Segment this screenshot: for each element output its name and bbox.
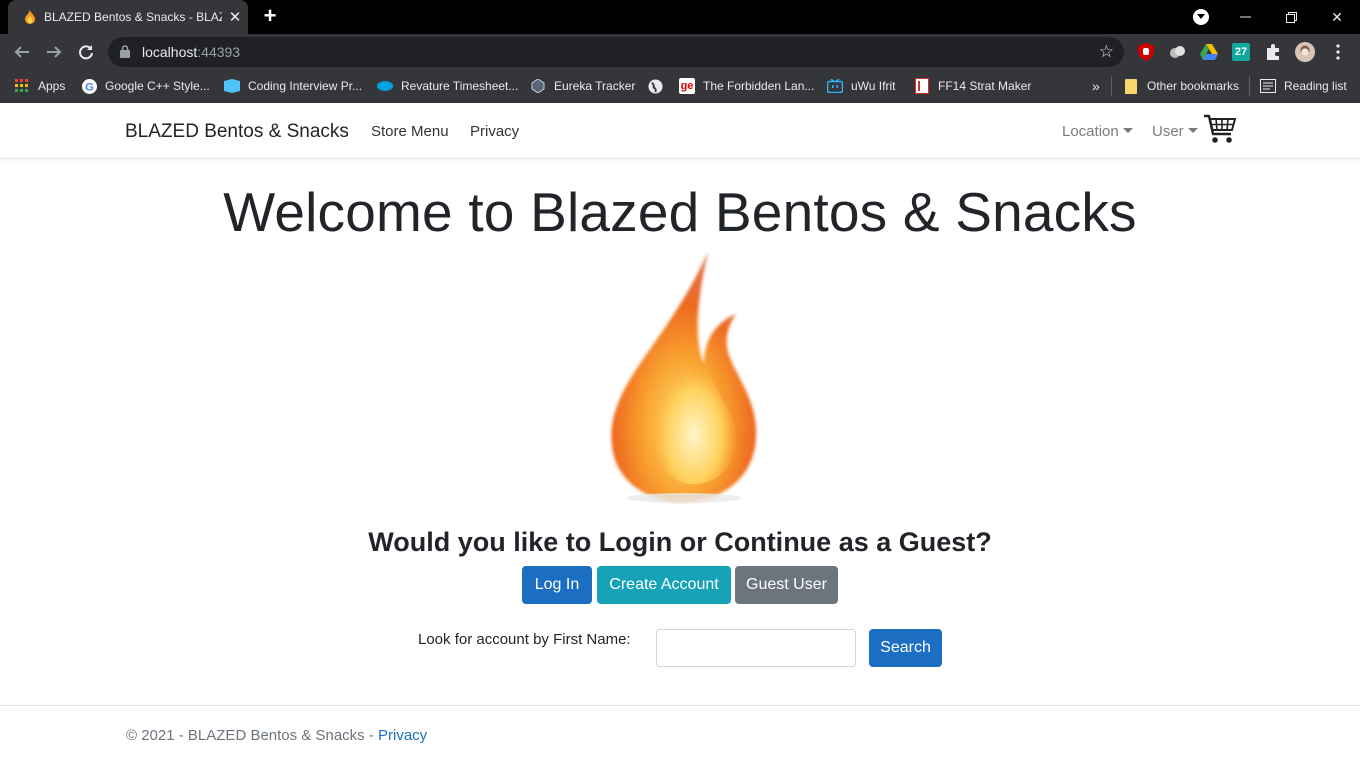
extensions-puzzle-icon[interactable] — [1263, 42, 1283, 62]
bookmark-label: Google C++ Style... — [105, 79, 210, 93]
svg-text:G: G — [85, 81, 94, 93]
welcome-heading: Welcome to Blazed Bentos & Snacks — [223, 181, 1137, 243]
footer-privacy-link[interactable]: Privacy — [378, 727, 427, 744]
overflow-chevrons: » — [1092, 78, 1100, 94]
reading-list[interactable]: Reading list — [1260, 77, 1347, 95]
flame-logo-image — [596, 248, 766, 508]
bookmark-ff14-strat[interactable]: FF14 Strat Maker — [914, 77, 1031, 95]
tab-search-icon[interactable] — [1193, 9, 1209, 25]
url-host: localhost — [142, 44, 198, 60]
bookmark-site-icon — [224, 78, 240, 94]
footer-copyright: © 2021 - BLAZED Bentos & Snacks - — [126, 727, 378, 744]
eureka-icon — [530, 78, 546, 94]
new-tab-icon[interactable]: + — [259, 5, 281, 27]
forward-icon[interactable] — [42, 40, 66, 64]
bookmark-uwu-ifrit[interactable]: uWu Ifrit — [827, 77, 895, 95]
bookmark-google-cpp[interactable]: G Google C++ Style... — [81, 77, 210, 95]
back-icon[interactable] — [10, 40, 34, 64]
footer-divider — [0, 705, 1360, 706]
page-icon — [914, 78, 930, 94]
tab-close-icon[interactable]: ✕ — [226, 8, 244, 26]
bookmark-label: Eureka Tracker — [554, 79, 636, 93]
first-name-search-input[interactable] — [656, 629, 856, 667]
guest-user-button[interactable]: Guest User — [735, 566, 838, 604]
bookmark-eureka[interactable]: Eureka Tracker — [530, 77, 635, 95]
google-drive-icon[interactable] — [1199, 42, 1219, 62]
flame-favicon-icon — [22, 9, 38, 25]
search-first-name-label: Look for account by First Name: — [418, 631, 631, 648]
bookmark-forbidden-lands[interactable]: ge The Forbidden Lan... — [679, 77, 814, 95]
nav-privacy[interactable]: Privacy — [470, 123, 519, 140]
browser-menu-icon[interactable] — [1328, 42, 1348, 62]
create-account-button[interactable]: Create Account — [597, 566, 731, 604]
tab-title: BLAZED Bentos & Snacks - BLAZED — [44, 10, 222, 24]
bookmark-other-bookmarks[interactable]: Other bookmarks — [1123, 77, 1239, 95]
browser-tab[interactable]: BLAZED Bentos & Snacks - BLAZED ✕ — [8, 0, 248, 34]
bookmark-label: The Forbidden Lan... — [703, 79, 815, 93]
minimize-icon[interactable] — [1222, 0, 1268, 34]
ublock-extension-icon[interactable] — [1136, 42, 1156, 62]
url-text: localhost:44393 — [142, 44, 240, 60]
bookmarks-bar: Apps G Google C++ Style... Coding Interv… — [0, 70, 1360, 103]
bookmark-label: uWu Ifrit — [851, 79, 896, 93]
restore-icon[interactable] — [1268, 0, 1314, 34]
globe-icon — [647, 78, 663, 94]
shopping-cart-icon[interactable] — [1203, 112, 1237, 146]
bookmarks-divider — [1249, 76, 1250, 96]
salesforce-icon — [377, 78, 393, 94]
address-bar[interactable]: localhost:44393 ☆ — [108, 37, 1124, 67]
close-window-icon[interactable]: ✕ — [1314, 0, 1360, 34]
caret-down-icon — [1122, 128, 1133, 133]
bookmark-coding-interview[interactable]: Coding Interview Pr... — [224, 77, 362, 95]
bookmark-label: Coding Interview Pr... — [248, 79, 363, 93]
bookmark-label: Revature Timesheet... — [401, 79, 519, 93]
google-icon: G — [81, 78, 97, 94]
calendar-extension-icon[interactable]: 27 — [1231, 42, 1251, 62]
bookmark-star-icon[interactable]: ☆ — [1099, 42, 1114, 62]
user-dropdown-label: User — [1152, 123, 1184, 140]
login-button[interactable]: Log In — [522, 566, 592, 604]
login-question: Would you like to Login or Continue as a… — [368, 527, 992, 557]
site-navbar: BLAZED Bentos & Snacks Store Menu Privac… — [0, 103, 1360, 159]
user-dropdown[interactable]: User — [1152, 123, 1198, 140]
bookmark-label: Apps — [38, 79, 66, 93]
profile-avatar[interactable] — [1295, 42, 1315, 62]
url-port: :44393 — [197, 44, 241, 60]
folder-icon — [1123, 78, 1139, 94]
location-dropdown[interactable]: Location — [1062, 123, 1133, 140]
apps-grid-icon — [14, 78, 30, 94]
footer: © 2021 - BLAZED Bentos & Snacks - Privac… — [126, 727, 427, 744]
browser-toolbar: localhost:44393 ☆ 27 — [0, 34, 1360, 70]
bookmarks-overflow-icon[interactable]: » — [1092, 77, 1100, 95]
twitch-icon — [827, 78, 843, 94]
bookmark-label: Other bookmarks — [1147, 79, 1240, 93]
lock-icon — [120, 45, 130, 63]
bookmark-label: Reading list — [1284, 79, 1347, 93]
site-brand[interactable]: BLAZED Bentos & Snacks — [125, 121, 349, 143]
location-dropdown-label: Location — [1062, 123, 1119, 140]
bookmark-revature[interactable]: Revature Timesheet... — [377, 77, 518, 95]
nav-store-menu[interactable]: Store Menu — [371, 123, 449, 140]
cloud-extension-icon[interactable] — [1168, 42, 1188, 62]
caret-down-icon — [1187, 128, 1198, 133]
reading-list-icon — [1260, 78, 1276, 94]
bookmark-apps[interactable]: Apps — [14, 77, 65, 95]
reload-icon[interactable] — [74, 40, 98, 64]
calendar-badge: 27 — [1234, 46, 1248, 58]
browser-tab-strip: BLAZED Bentos & Snacks - BLAZED ✕ + ✕ — [0, 0, 1360, 34]
bookmarks-divider — [1111, 76, 1112, 96]
search-button[interactable]: Search — [869, 629, 942, 667]
ge-icon: ge — [679, 78, 695, 94]
bookmark-label: FF14 Strat Maker — [938, 79, 1032, 93]
bookmark-globe[interactable] — [647, 77, 671, 95]
